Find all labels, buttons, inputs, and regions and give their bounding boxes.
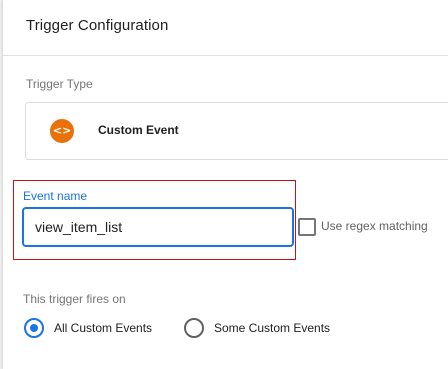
regex-label: Use regex matching [321,219,428,233]
page: Trigger Configuration Trigger Type <> Cu… [0,0,448,369]
event-name-input[interactable] [22,207,294,247]
regex-checkbox[interactable] [298,218,316,236]
radio-some-label: Some Custom Events [214,321,331,335]
radio-unselected-icon[interactable] [184,318,204,338]
trigger-type-card[interactable]: <> Custom Event [25,102,448,160]
event-name-label: Event name [23,189,88,203]
panel-title: Trigger Configuration [26,17,169,34]
radio-selected-icon[interactable] [24,318,44,338]
radio-all-label: All Custom Events [54,321,153,335]
custom-event-icon: <> [50,119,74,143]
trigger-type-label: Trigger Type [26,77,93,91]
trigger-type-name: Custom Event [98,123,179,137]
fires-on-label: This trigger fires on [23,292,126,306]
radio-dot [30,324,38,332]
panel-header: Trigger Configuration [3,0,448,56]
